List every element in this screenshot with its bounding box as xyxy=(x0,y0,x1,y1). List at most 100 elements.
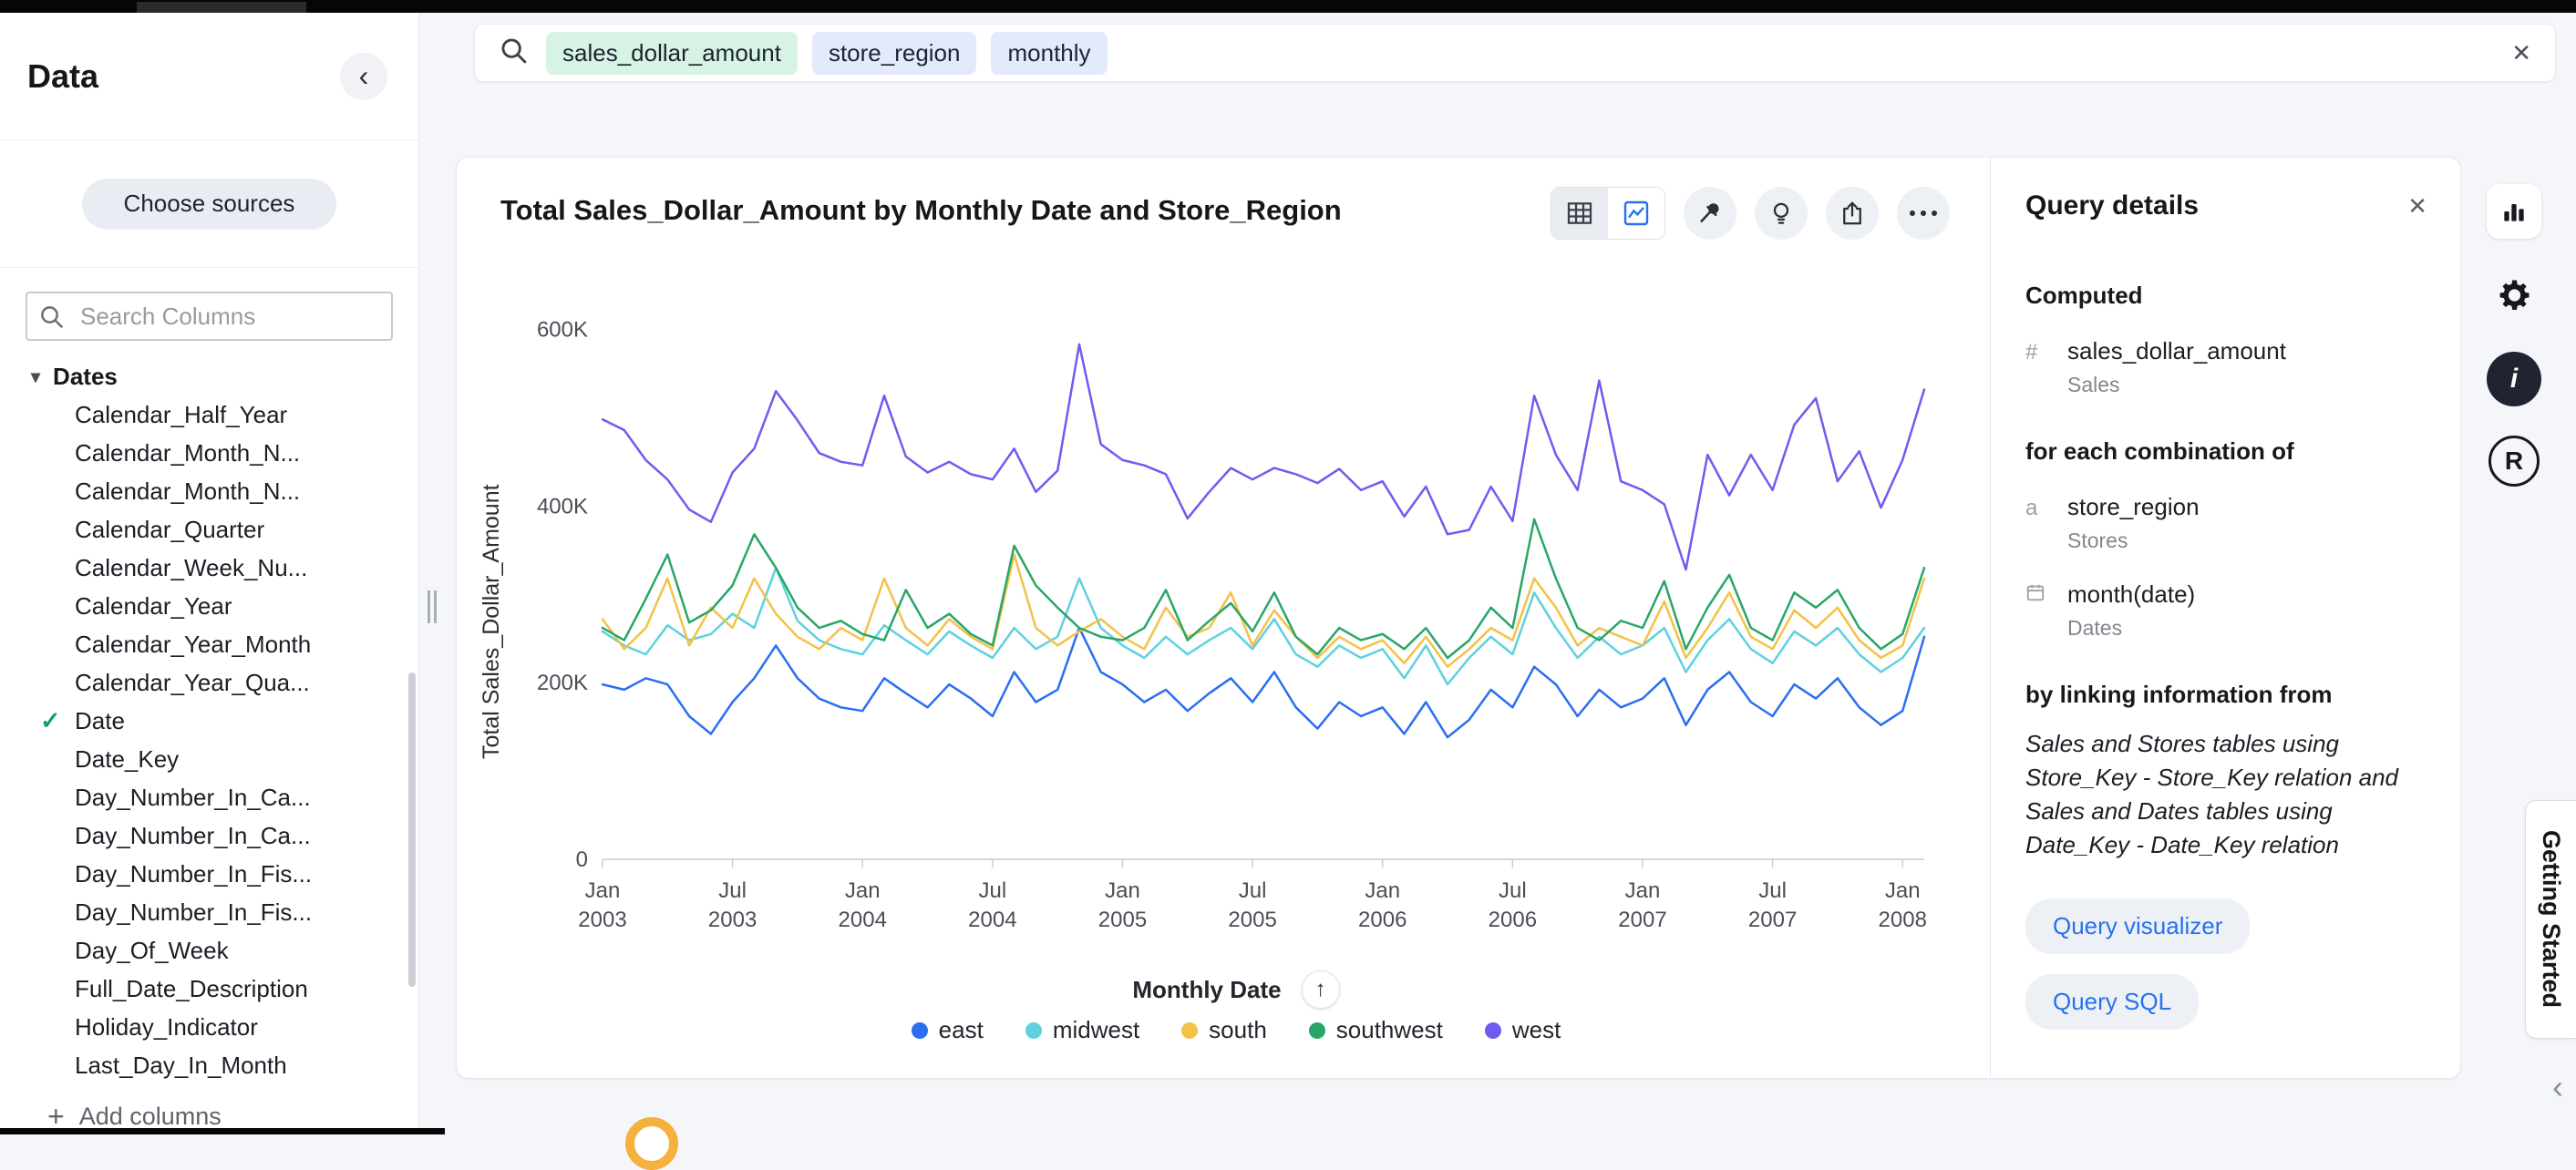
collapse-right-button[interactable]: ‹ xyxy=(2552,1068,2563,1106)
column-item[interactable]: Last_Day_In_Month xyxy=(0,1046,418,1084)
search-token-attribute[interactable]: store_region xyxy=(812,32,977,75)
column-list: Calendar_Half_YearCalendar_Month_N...Cal… xyxy=(0,395,418,1084)
legend-item-southwest[interactable]: southwest xyxy=(1309,1016,1443,1044)
svg-text:Jul: Jul xyxy=(1499,878,1527,903)
columns-tree: ▾ Dates Calendar_Half_Year Calendar_Month… xyxy=(0,357,418,1084)
column-item[interactable]: Calendar_Week_Nu... xyxy=(0,549,418,587)
column-item[interactable]: Calendar_Month_N... xyxy=(0,434,418,472)
add-columns-label: Add columns xyxy=(79,1103,222,1131)
close-query-details-button[interactable]: ✕ xyxy=(2407,192,2427,221)
query-sql-button[interactable]: Query SQL xyxy=(2025,974,2199,1030)
svg-text:2005: 2005 xyxy=(1098,908,1147,932)
svg-text:2005: 2005 xyxy=(1228,908,1276,932)
search-columns-input[interactable] xyxy=(26,292,393,341)
legend-dot xyxy=(1181,1022,1198,1039)
column-item[interactable]: Holiday_Indicator xyxy=(0,1008,418,1046)
line-chart[interactable]: 0200K400K600KJan2003Jul2003Jan2004Jul200… xyxy=(520,253,1952,964)
field-name: month(date) xyxy=(2067,580,2427,609)
panel-resize-handle[interactable] xyxy=(428,590,438,623)
column-label: Calendar_Year_Month xyxy=(75,631,311,659)
answer-toolbar xyxy=(1551,187,1950,240)
legend-label: southwest xyxy=(1336,1016,1443,1044)
legend-dot xyxy=(1485,1022,1501,1039)
column-item[interactable]: Calendar_Half_Year xyxy=(0,395,418,434)
svg-text:Jan: Jan xyxy=(1105,878,1140,903)
choose-sources-button[interactable]: Choose sources xyxy=(82,179,337,230)
svg-text:2006: 2006 xyxy=(1489,908,1537,932)
column-item[interactable]: ✓Date xyxy=(0,702,418,740)
settings-button[interactable] xyxy=(2487,268,2541,323)
getting-started-tab[interactable]: Getting Started xyxy=(2525,800,2576,1039)
svg-text:Jul: Jul xyxy=(1758,878,1787,903)
svg-text:200K: 200K xyxy=(537,671,588,695)
legend-label: south xyxy=(1209,1016,1267,1044)
add-columns-button[interactable]: + Add columns xyxy=(47,1102,222,1131)
column-label: Date xyxy=(75,707,125,735)
column-item[interactable]: Day_Number_In_Fis... xyxy=(0,893,418,931)
share-button[interactable] xyxy=(1826,187,1879,240)
svg-text:2003: 2003 xyxy=(708,908,757,932)
column-item[interactable]: Calendar_Quarter xyxy=(0,510,418,549)
column-item[interactable]: Calendar_Year xyxy=(0,587,418,625)
collapse-panel-button[interactable]: ‹ xyxy=(340,53,387,100)
svg-text:Jul: Jul xyxy=(1239,878,1267,903)
svg-text:Jul: Jul xyxy=(979,878,1007,903)
column-item[interactable]: Calendar_Year_Month xyxy=(0,625,418,663)
column-label: Date_Key xyxy=(75,745,179,774)
chart-view-button[interactable] xyxy=(1608,188,1664,239)
column-group-dates[interactable]: ▾ Dates xyxy=(0,357,418,395)
os-top-bar xyxy=(0,0,2576,13)
chart-config-button[interactable] xyxy=(2487,184,2541,239)
column-label: Calendar_Quarter xyxy=(75,516,264,544)
search-bar[interactable]: sales_dollar_amount store_region monthly ✕ xyxy=(474,24,2556,82)
search-token-measure[interactable]: sales_dollar_amount xyxy=(546,32,798,75)
legend-dot xyxy=(1309,1022,1325,1039)
column-label: Calendar_Year_Qua... xyxy=(75,669,310,697)
legend-label: east xyxy=(939,1016,984,1044)
legend-item-south[interactable]: south xyxy=(1181,1016,1267,1044)
legend-dot xyxy=(912,1022,928,1039)
svg-text:0: 0 xyxy=(576,847,588,872)
legend-item-midwest[interactable]: midwest xyxy=(1025,1016,1139,1044)
r-analysis-button[interactable]: R xyxy=(2488,436,2540,487)
y-axis-title: Total Sales_Dollar_Amount xyxy=(479,484,505,759)
column-item[interactable]: Day_Number_In_Fis... xyxy=(0,855,418,893)
sidebar-scrollbar-thumb[interactable] xyxy=(408,672,416,987)
close-icon: ✕ xyxy=(2407,192,2427,220)
legend-item-west[interactable]: west xyxy=(1485,1016,1561,1044)
sort-ascending-button[interactable]: ↑ xyxy=(1302,970,1340,1009)
column-item[interactable]: Date_Key xyxy=(0,740,418,778)
column-label: Calendar_Year xyxy=(75,592,232,621)
search-token-keyword[interactable]: monthly xyxy=(991,32,1107,75)
spotiq-insights-button[interactable] xyxy=(1755,187,1808,240)
right-rail: i R xyxy=(2485,184,2543,487)
column-item[interactable]: Day_Number_In_Ca... xyxy=(0,778,418,816)
help-fab[interactable] xyxy=(625,1117,678,1170)
computed-heading: Computed xyxy=(2025,282,2427,310)
field-source: Stores xyxy=(2067,529,2427,553)
clear-search-button[interactable]: ✕ xyxy=(2511,39,2531,67)
column-item[interactable]: Full_Date_Description xyxy=(0,970,418,1008)
legend-item-east[interactable]: east xyxy=(912,1016,984,1044)
svg-text:Jan: Jan xyxy=(585,878,621,903)
column-item[interactable]: Calendar_Month_N... xyxy=(0,472,418,510)
table-view-button[interactable] xyxy=(1551,188,1608,239)
query-details-info-button[interactable]: i xyxy=(2487,352,2541,406)
query-visualizer-button[interactable]: Query visualizer xyxy=(2025,898,2250,954)
column-item[interactable]: Calendar_Year_Qua... xyxy=(0,663,418,702)
column-label: Holiday_Indicator xyxy=(75,1013,258,1042)
os-bar-segment xyxy=(137,2,306,13)
ellipsis-icon xyxy=(1910,210,1937,216)
display-mode-toggle xyxy=(1551,187,1665,240)
column-item[interactable]: Day_Number_In_Ca... xyxy=(0,816,418,855)
column-item[interactable]: Day_Of_Week xyxy=(0,931,418,970)
plus-icon: + xyxy=(47,1102,65,1131)
lightbulb-icon xyxy=(1767,200,1795,227)
pin-button[interactable] xyxy=(1684,187,1736,240)
svg-text:2007: 2007 xyxy=(1748,908,1797,932)
column-label: Calendar_Half_Year xyxy=(75,401,287,429)
search-token-row: sales_dollar_amount store_region monthly xyxy=(546,32,1108,75)
more-options-button[interactable] xyxy=(1897,187,1950,240)
bar-chart-icon xyxy=(2499,197,2529,226)
info-icon: i xyxy=(2510,364,2518,395)
